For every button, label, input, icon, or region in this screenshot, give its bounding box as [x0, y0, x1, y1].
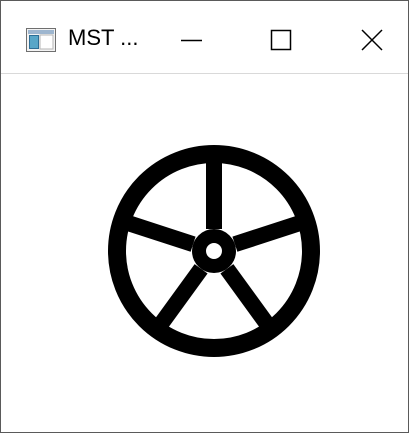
maximize-icon	[270, 29, 292, 51]
app-window: MST ...	[0, 0, 409, 433]
maximize-button[interactable]	[236, 1, 326, 73]
close-icon	[361, 29, 383, 51]
drawing-canvas[interactable]	[1, 74, 408, 432]
wheel-spoke	[120, 213, 196, 252]
title-bar[interactable]: MST ...	[1, 1, 408, 74]
minimize-icon	[181, 39, 202, 42]
wheel-spoke	[151, 264, 208, 334]
wheel-hub	[192, 229, 236, 273]
minimize-button[interactable]	[146, 1, 236, 73]
wheel-icon	[108, 145, 320, 357]
close-button[interactable]	[326, 1, 408, 73]
wheel-spoke	[220, 264, 277, 334]
window-title: MST ...	[68, 25, 139, 50]
wheel-spoke	[232, 213, 308, 252]
app-icon[interactable]	[26, 28, 56, 52]
